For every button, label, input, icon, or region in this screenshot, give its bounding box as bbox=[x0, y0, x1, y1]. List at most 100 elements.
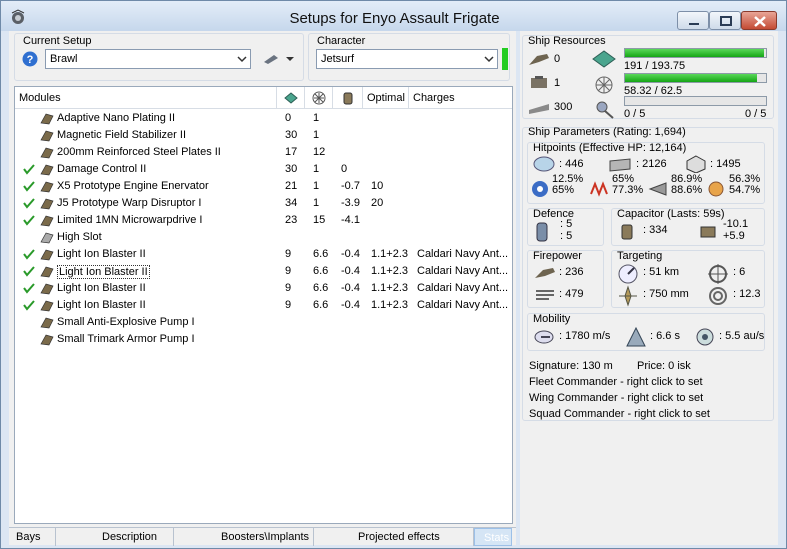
svg-text:?: ? bbox=[27, 54, 34, 66]
module-name: Damage Control II bbox=[57, 163, 147, 175]
target-range-value: : 51 km bbox=[643, 266, 680, 278]
warp-disruptor-icon bbox=[40, 198, 54, 210]
module-powergrid: 15 bbox=[313, 214, 326, 226]
character-select-value: Jetsurf bbox=[321, 53, 355, 65]
column-header-charges[interactable]: Charges bbox=[409, 87, 512, 109]
price-value: Price: 0 isk bbox=[637, 360, 691, 372]
stats-pane: Ship Resources 0 1 300 191 / 193.75 58.3… bbox=[520, 31, 778, 545]
check-icon[interactable] bbox=[23, 299, 35, 311]
defence-group: Defence : 5 : 5 bbox=[527, 208, 604, 246]
check-icon[interactable] bbox=[23, 180, 35, 192]
check-icon[interactable] bbox=[23, 248, 35, 260]
module-optimal: 1.1+2.3 bbox=[371, 282, 409, 294]
module-row[interactable]: Light Ion Blaster II 9 6.6 -0.4 1.1+2.3 Calda… bbox=[15, 280, 512, 297]
close-icon bbox=[754, 16, 766, 27]
module-row[interactable]: Adaptive Nano Plating II 0 1 bbox=[15, 110, 512, 127]
max-targets-value: : 6 bbox=[733, 266, 746, 278]
capacitor-delta-value: -10.1 bbox=[723, 218, 749, 230]
cpu-icon bbox=[592, 50, 616, 68]
module-capacitor: -0.4 bbox=[341, 282, 360, 294]
module-capacitor: -0.4 bbox=[341, 265, 360, 277]
setup-options-button[interactable] bbox=[260, 50, 296, 68]
module-row[interactable]: 200mm Reinforced Steel Plates II 17 12 bbox=[15, 144, 512, 161]
hull-icon bbox=[686, 155, 706, 173]
maximize-button[interactable] bbox=[709, 11, 741, 30]
column-header-capacitor[interactable] bbox=[333, 87, 363, 109]
calibration-bar bbox=[624, 96, 767, 106]
tab-stats[interactable]: Stats bbox=[474, 528, 512, 546]
module-row[interactable]: X5 Prototype Engine Enervator 21 1 -0.7 10 bbox=[15, 178, 512, 195]
module-row[interactable]: Small Anti-Explosive Pump I bbox=[15, 314, 512, 331]
module-row[interactable]: Light Ion Blaster II 9 6.6 -0.4 1.1+2.3 Calda… bbox=[15, 263, 512, 280]
module-capacitor: 0 bbox=[341, 163, 348, 175]
module-row[interactable]: Magnetic Field Stabilizer II 30 1 bbox=[15, 127, 512, 144]
check-icon[interactable] bbox=[23, 197, 35, 209]
ship-parameters-title: Ship Parameters (Rating: 1,694) bbox=[528, 126, 686, 138]
modules-header: Modules Optimal Charges bbox=[15, 87, 512, 109]
module-row[interactable]: Damage Control II 30 1 0 bbox=[15, 161, 512, 178]
check-icon[interactable] bbox=[23, 163, 35, 175]
module-row[interactable]: J5 Prototype Warp Disruptor I 34 1 -3.9 20 bbox=[15, 195, 512, 212]
module-name: Adaptive Nano Plating II bbox=[57, 112, 176, 124]
modules-list[interactable]: Modules Optimal Charges Adaptive Nano Pl… bbox=[14, 86, 513, 524]
setup-select[interactable]: Brawl bbox=[45, 49, 251, 69]
check-icon[interactable] bbox=[23, 214, 35, 226]
damage-control-icon bbox=[40, 164, 54, 176]
tab-boosters-implants[interactable]: Boosters\Implants bbox=[174, 528, 314, 546]
minimize-button[interactable] bbox=[677, 11, 709, 30]
capacitor-need-icon bbox=[343, 92, 353, 105]
hull-hp-value: : 1495 bbox=[710, 158, 741, 170]
check-icon[interactable] bbox=[23, 265, 35, 277]
tab-bays[interactable]: Bays bbox=[9, 528, 56, 546]
help-icon[interactable]: ? bbox=[22, 51, 38, 67]
module-row[interactable]: High Slot bbox=[15, 229, 512, 246]
align-time-value: : 6.6 s bbox=[650, 330, 680, 342]
fleet-commander-slot[interactable]: Fleet Commander - right click to set bbox=[529, 376, 703, 388]
close-button[interactable] bbox=[741, 11, 777, 30]
module-name: X5 Prototype Engine Enervator bbox=[57, 180, 209, 192]
max-velocity-icon bbox=[534, 330, 554, 344]
wing-commander-slot[interactable]: Wing Commander - right click to set bbox=[529, 392, 703, 404]
module-charges: Caldari Navy Ant... bbox=[417, 299, 509, 311]
column-header-modules[interactable]: Modules bbox=[15, 87, 277, 109]
ship-resources-title: Ship Resources bbox=[528, 35, 606, 47]
powergrid-bar bbox=[624, 73, 767, 83]
tab-projected-effects[interactable]: Projected effects bbox=[314, 528, 474, 546]
ship-resources-group: Ship Resources 0 1 300 191 / 193.75 58.3… bbox=[522, 35, 774, 120]
module-charges: Caldari Navy Ant... bbox=[417, 282, 509, 294]
title-bar[interactable]: Setups for Enyo Assault Frigate bbox=[1, 1, 786, 31]
thermal-resist-values: 65% 77.3% bbox=[612, 173, 644, 196]
module-optimal: 20 bbox=[371, 197, 384, 209]
drone-bay-icon bbox=[529, 104, 549, 114]
turret-dps-icon bbox=[535, 268, 555, 278]
character-select[interactable]: Jetsurf bbox=[316, 49, 498, 69]
tab-description[interactable]: Description bbox=[56, 528, 174, 546]
module-name: Small Anti-Explosive Pump I bbox=[57, 316, 195, 328]
column-header-optimal[interactable]: Optimal bbox=[363, 87, 409, 109]
column-header-powergrid[interactable] bbox=[305, 87, 333, 109]
scan-resolution-icon bbox=[619, 285, 637, 307]
armor-icon bbox=[609, 158, 631, 172]
module-charges: Caldari Navy Ant... bbox=[417, 248, 509, 260]
check-icon[interactable] bbox=[23, 282, 35, 294]
current-setup-label: Current Setup bbox=[23, 35, 92, 47]
signature-value: Signature: 130 m bbox=[529, 360, 613, 372]
module-optimal: 10 bbox=[371, 180, 384, 192]
scan-resolution-value: : 750 mm bbox=[643, 288, 689, 300]
module-row[interactable]: Light Ion Blaster II 9 6.6 -0.4 1.1+2.3 Calda… bbox=[15, 246, 512, 263]
fitting-pane: Current Setup ? Brawl Character Jetsurf … bbox=[9, 31, 516, 546]
module-name: High Slot bbox=[57, 231, 102, 243]
squad-commander-slot[interactable]: Squad Commander - right click to set bbox=[529, 408, 710, 420]
current-setup-group: Current Setup ? Brawl bbox=[14, 33, 304, 81]
module-row[interactable]: Small Trimark Armor Pump I bbox=[15, 331, 512, 348]
firepower-group: Firepower : 236 : 479 bbox=[527, 250, 604, 308]
kinetic-resist-icon bbox=[648, 182, 667, 196]
warp-speed-icon bbox=[696, 328, 714, 346]
blaster-icon bbox=[40, 249, 54, 261]
module-capacitor: -0.4 bbox=[341, 248, 360, 260]
module-row[interactable]: Light Ion Blaster II 9 6.6 -0.4 1.1+2.3 Calda… bbox=[15, 297, 512, 314]
powergrid-icon bbox=[595, 76, 613, 94]
column-header-cpu[interactable] bbox=[277, 87, 305, 109]
firepower-title: Firepower bbox=[533, 250, 582, 262]
module-row[interactable]: Limited 1MN Microwarpdrive I 23 15 -4.1 bbox=[15, 212, 512, 229]
